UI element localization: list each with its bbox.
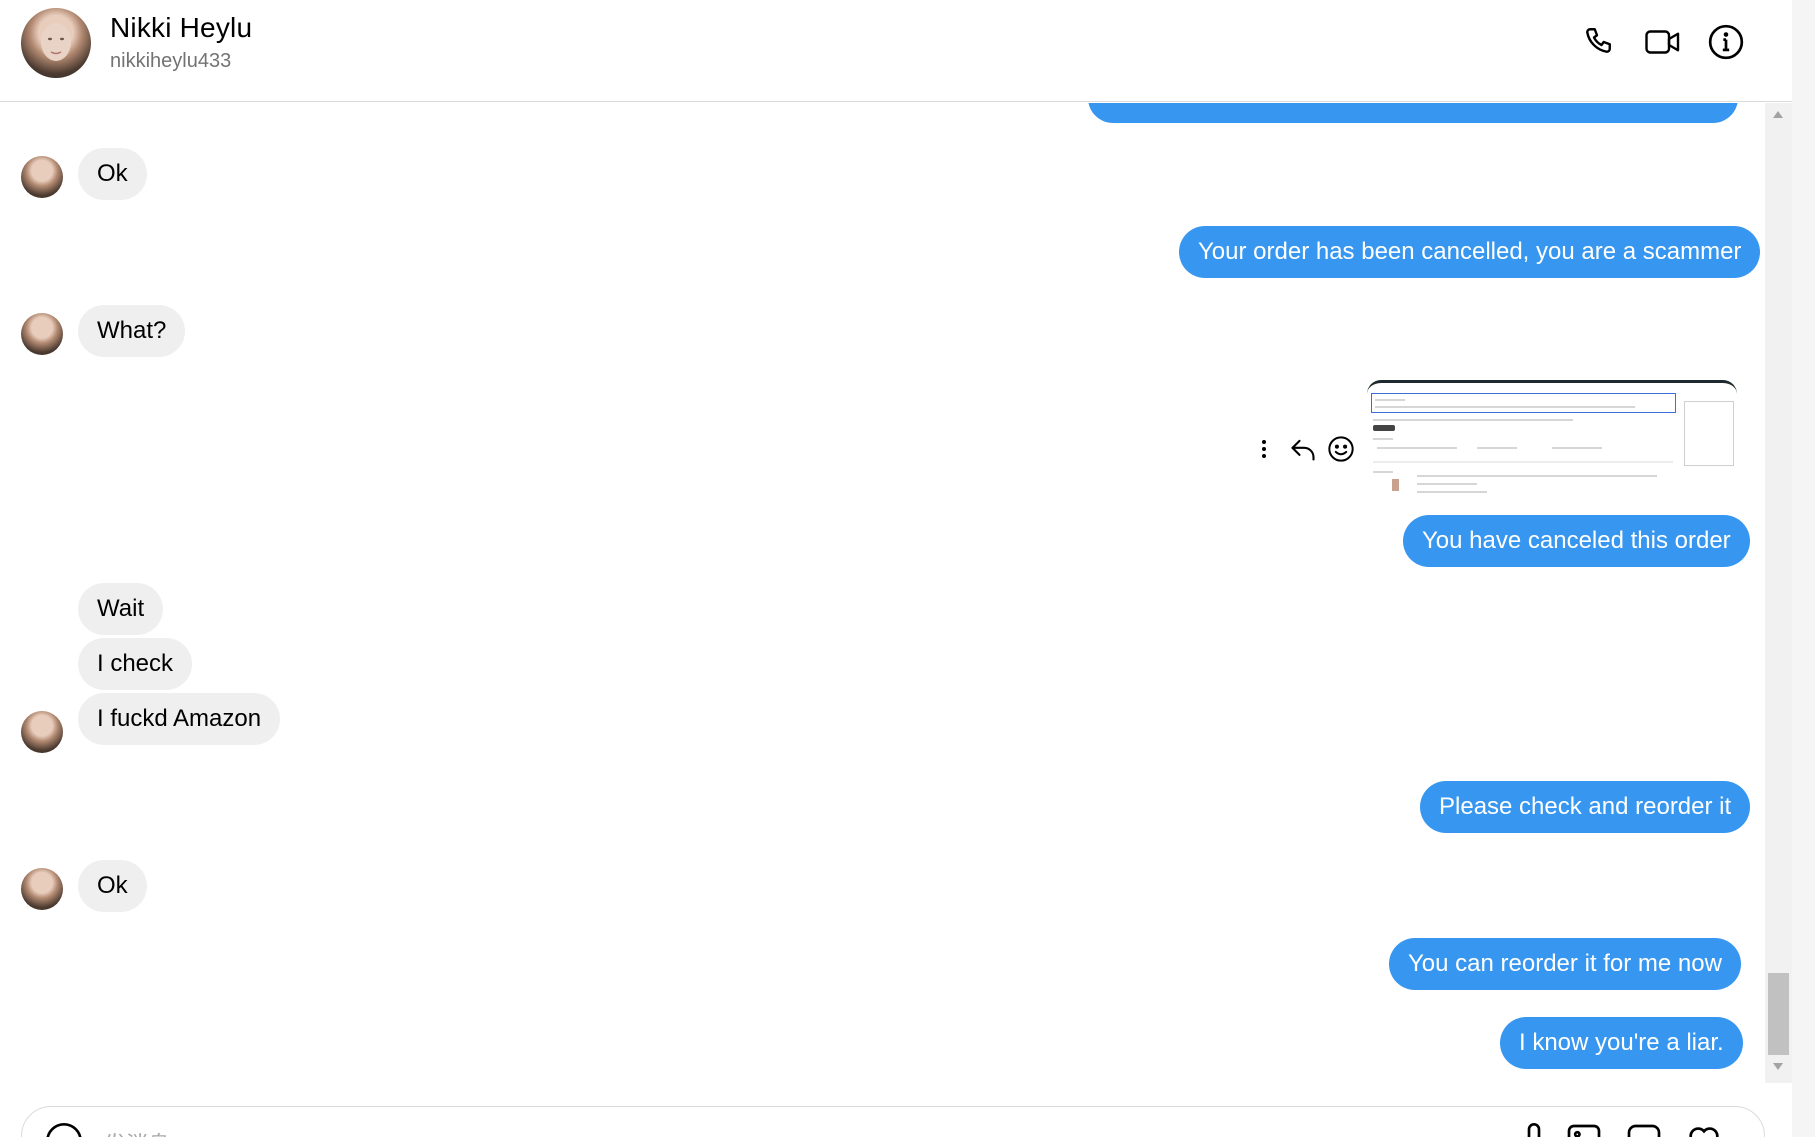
attachment-preview-field: [1371, 393, 1676, 413]
message-bubble-incoming[interactable]: What?: [78, 305, 186, 357]
message-bubble-incoming[interactable]: Ok: [78, 860, 147, 912]
message-bubble-incoming[interactable]: Ok: [78, 148, 147, 200]
message-bubble-outgoing[interactable]: Your order has been cancelled, you are a…: [1179, 226, 1761, 278]
attachment-side-panel: [1684, 401, 1734, 466]
phone-icon[interactable]: [1578, 20, 1622, 64]
message-bubble-incoming[interactable]: I check: [78, 638, 193, 690]
message-thread[interactable]: Ok Your order has been cancelled, you ar…: [0, 103, 1765, 1083]
avatar[interactable]: [21, 711, 63, 753]
react-emoji-icon[interactable]: [1324, 432, 1358, 466]
scroll-up-arrow-icon[interactable]: [1773, 111, 1783, 118]
microphone-icon[interactable]: [1514, 1121, 1554, 1137]
scrollbar-thumb[interactable]: [1768, 973, 1789, 1055]
image-attachment[interactable]: [1367, 380, 1737, 513]
scroll-down-arrow-icon[interactable]: [1773, 1063, 1783, 1070]
message-bubble-outgoing[interactable]: I know you're a liar.: [1500, 1017, 1743, 1069]
avatar[interactable]: [21, 156, 63, 198]
message-bubble-outgoing[interactable]: You can reorder it for me now: [1389, 938, 1741, 990]
page-edge: [1792, 0, 1815, 1137]
message-bubble-incoming[interactable]: Wait: [78, 583, 164, 635]
chat-header: Nikki Heylu nikkiheylu433: [0, 0, 1792, 102]
message-bubble-incoming[interactable]: I fuckd Amazon: [78, 693, 281, 745]
heart-icon[interactable]: [1684, 1121, 1724, 1137]
message-bubble-clipped[interactable]: [1088, 103, 1738, 123]
emoji-icon[interactable]: [44, 1121, 84, 1137]
chat-app: Nikki Heylu nikkiheylu433 Ok Your order …: [0, 0, 1815, 1137]
message-composer[interactable]: 发消息: [21, 1106, 1765, 1137]
contact-name[interactable]: Nikki Heylu: [110, 12, 252, 44]
info-icon[interactable]: [1704, 20, 1748, 64]
sticker-icon[interactable]: [1624, 1121, 1664, 1137]
attachment-preview-badge: [1373, 425, 1395, 431]
avatar[interactable]: [21, 313, 63, 355]
message-bubble-outgoing[interactable]: Please check and reorder it: [1420, 781, 1751, 833]
message-input[interactable]: 发消息: [104, 1127, 170, 1137]
contact-username: nikkiheylu433: [110, 50, 232, 72]
more-options-icon[interactable]: [1254, 434, 1274, 464]
video-call-icon[interactable]: [1641, 20, 1685, 64]
attachment-product-thumbnail: [1392, 479, 1399, 491]
image-icon[interactable]: [1564, 1121, 1604, 1137]
avatar[interactable]: [21, 8, 91, 78]
scrollbar[interactable]: [1765, 103, 1792, 1083]
message-bubble-outgoing[interactable]: You have canceled this order: [1403, 515, 1750, 567]
reply-icon[interactable]: [1286, 433, 1320, 465]
avatar[interactable]: [21, 868, 63, 910]
